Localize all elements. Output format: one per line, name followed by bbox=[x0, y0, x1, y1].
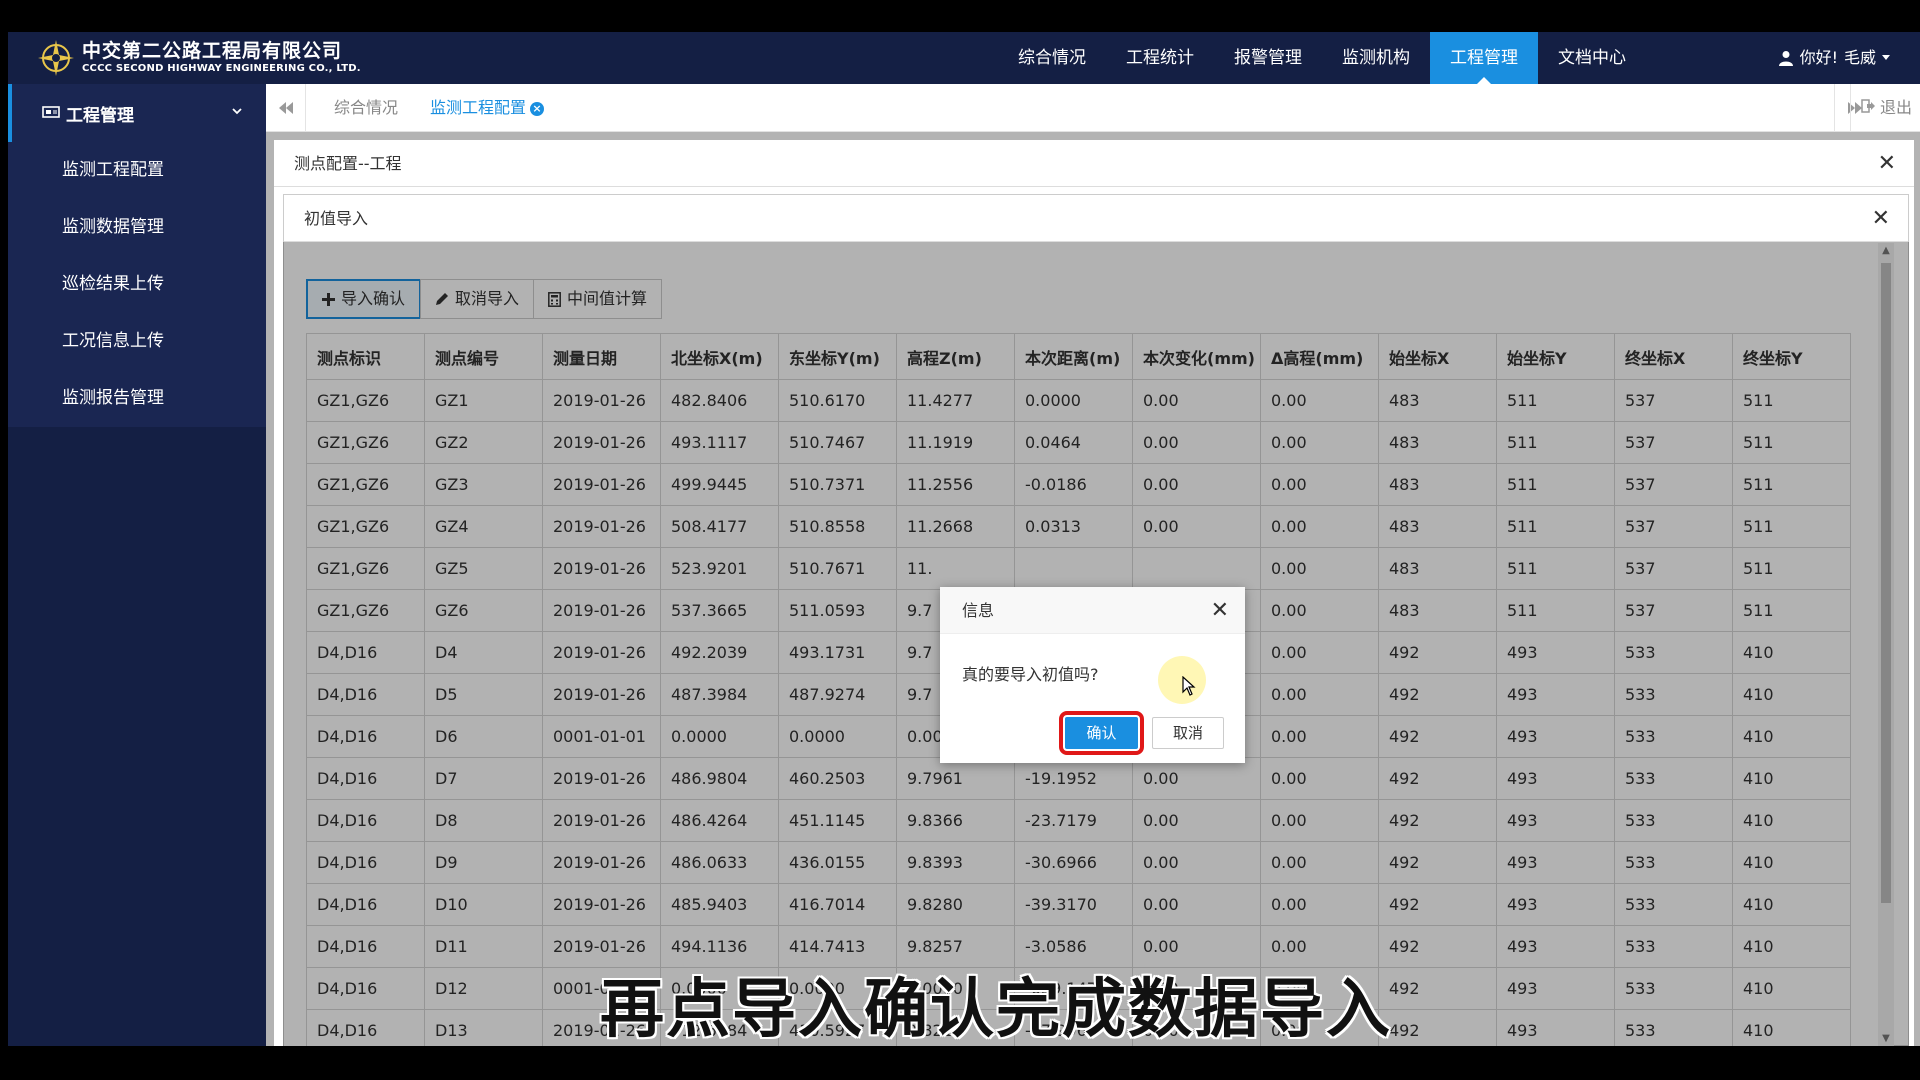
initial-import-title: 初值导入 bbox=[304, 209, 369, 228]
tabs-bar: 综合情况 监测工程配置 × 退出 bbox=[266, 84, 1920, 132]
sidebar-menu: 监测工程配置 监测数据管理 巡检结果上传 工况信息上传 监测报告管理 bbox=[8, 142, 266, 427]
user-name: 毛威 bbox=[1843, 48, 1876, 67]
chevron-down-icon bbox=[232, 108, 242, 115]
point-config-header: 测点配置--工程 ✕ bbox=[274, 140, 1914, 187]
dialog-close-icon[interactable]: ✕ bbox=[1211, 587, 1229, 634]
mouse-cursor-icon bbox=[1182, 676, 1196, 696]
double-left-icon bbox=[278, 102, 293, 114]
app-screen: 中交第二公路工程局有限公司 CCCC SECOND HIGHWAY ENGINE… bbox=[8, 32, 1920, 1046]
exit-button[interactable]: 退出 bbox=[1849, 84, 1920, 132]
dialog-header: 信息 ✕ bbox=[940, 587, 1245, 634]
dialog-message: 真的要导入初值吗? bbox=[962, 665, 1099, 684]
sidebar: 工程管理 监测工程配置 监测数据管理 巡检结果上传 工况信息上传 监测报告管理 bbox=[8, 84, 266, 1046]
video-subtitle: 再点导入确认完成数据导入 bbox=[600, 973, 1392, 1046]
point-config-close-icon[interactable]: ✕ bbox=[1878, 140, 1896, 187]
company-logo: 中交第二公路工程局有限公司 CCCC SECOND HIGHWAY ENGINE… bbox=[36, 38, 361, 78]
sidebar-item-data-management[interactable]: 监测数据管理 bbox=[8, 199, 266, 256]
sidebar-section-title: 工程管理 bbox=[66, 105, 134, 126]
point-config-title: 测点配置--工程 bbox=[294, 154, 402, 173]
logo-icon bbox=[38, 40, 74, 76]
nav-statistics[interactable]: 工程统计 bbox=[1106, 32, 1214, 84]
top-bar: 中交第二公路工程局有限公司 CCCC SECOND HIGHWAY ENGINE… bbox=[8, 32, 1920, 84]
exit-label: 退出 bbox=[1879, 98, 1912, 117]
caret-down-icon bbox=[1882, 55, 1890, 60]
user-icon bbox=[1778, 51, 1793, 66]
tab-close-icon[interactable]: × bbox=[530, 101, 545, 116]
tab-overview[interactable]: 综合情况 bbox=[316, 84, 416, 132]
dialog-title: 信息 bbox=[962, 601, 995, 620]
sidebar-item-project-config[interactable]: 监测工程配置 bbox=[8, 142, 266, 199]
tab-project-config[interactable]: 监测工程配置 × bbox=[412, 84, 562, 132]
monitor-icon bbox=[42, 106, 60, 118]
sidebar-item-inspection-upload[interactable]: 巡检结果上传 bbox=[8, 256, 266, 313]
initial-import-header: 初值导入 ✕ bbox=[284, 195, 1908, 242]
tab-project-config-label: 监测工程配置 bbox=[430, 98, 527, 117]
sidebar-item-condition-upload[interactable]: 工况信息上传 bbox=[8, 313, 266, 370]
tabs-back-button[interactable] bbox=[266, 84, 306, 132]
company-name-en: CCCC SECOND HIGHWAY ENGINEERING CO., LTD… bbox=[82, 63, 361, 74]
main-nav: 综合情况 工程统计 报警管理 监测机构 工程管理 文档中心 bbox=[998, 32, 1646, 84]
nav-alarm[interactable]: 报警管理 bbox=[1214, 32, 1322, 84]
nav-documents[interactable]: 文档中心 bbox=[1538, 32, 1646, 84]
dialog-cancel-button[interactable]: 取消 bbox=[1152, 717, 1224, 749]
nav-project-management[interactable]: 工程管理 bbox=[1430, 32, 1538, 84]
company-name-cn: 中交第二公路工程局有限公司 bbox=[82, 40, 343, 62]
logout-icon bbox=[1861, 99, 1875, 113]
user-menu[interactable]: 你好! 毛威 bbox=[1778, 32, 1890, 84]
dialog-confirm-button[interactable]: 确认 bbox=[1059, 711, 1144, 755]
greeting-text: 你好! bbox=[1799, 48, 1838, 67]
nav-agency[interactable]: 监测机构 bbox=[1322, 32, 1430, 84]
initial-import-close-icon[interactable]: ✕ bbox=[1872, 195, 1890, 242]
sidebar-section-header[interactable]: 工程管理 bbox=[8, 84, 266, 142]
sidebar-item-report-management[interactable]: 监测报告管理 bbox=[8, 370, 266, 427]
nav-overview[interactable]: 综合情况 bbox=[998, 32, 1106, 84]
